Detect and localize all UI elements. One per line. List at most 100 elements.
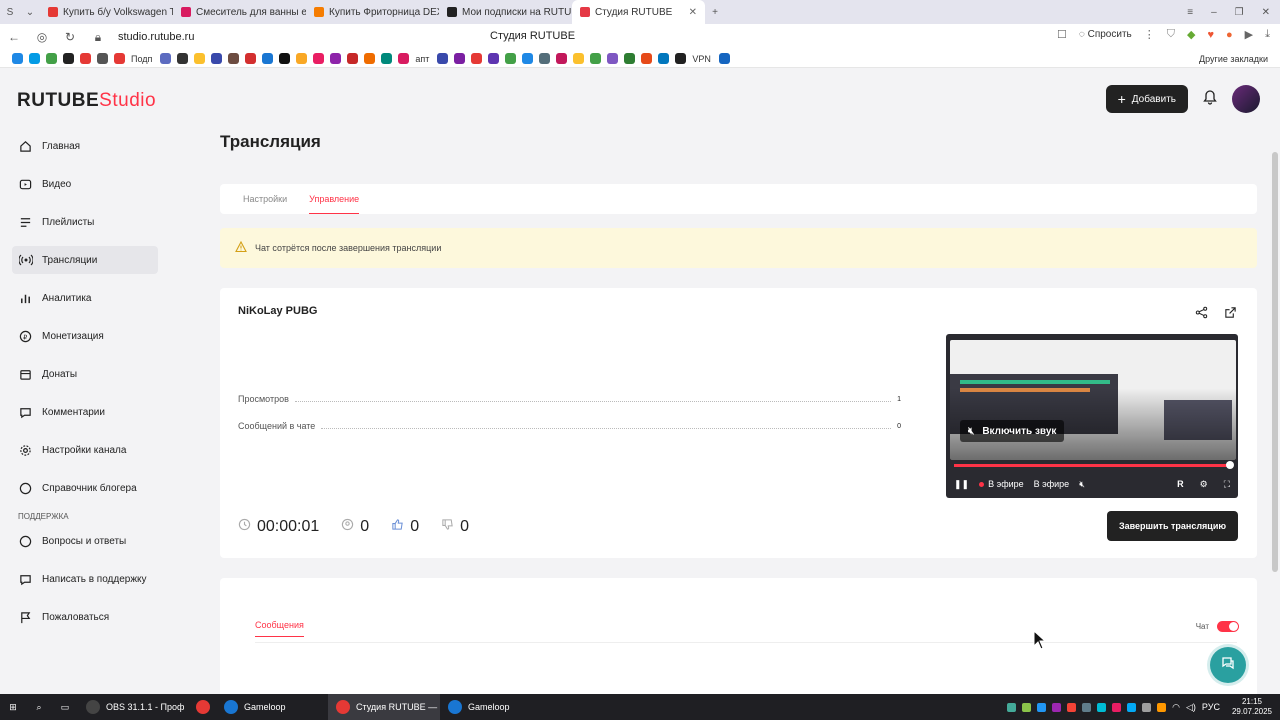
tab-messages[interactable]: Сообщения <box>255 620 304 637</box>
browser-menu-icon[interactable]: S <box>0 7 20 18</box>
tabs-list-icon[interactable]: ⌄ <box>20 7 40 18</box>
url-field[interactable]: studio.rutube.ru <box>118 31 194 43</box>
bookmark-icon[interactable] <box>80 53 91 64</box>
ask-button[interactable]: ◌ Спросить <box>1079 29 1132 40</box>
bookmark-icon[interactable] <box>471 53 483 64</box>
tray-icon[interactable] <box>1127 702 1137 712</box>
back-icon[interactable]: ← <box>0 30 28 44</box>
extension-icon[interactable]: ◆ <box>1187 28 1195 41</box>
bookmark-icon[interactable] <box>381 53 393 64</box>
bookmark-label[interactable]: VPN <box>692 54 711 64</box>
bookmark-icon[interactable] <box>63 53 74 64</box>
other-bookmarks[interactable]: Другие закладки <box>1199 54 1268 64</box>
bookmark-icon[interactable] <box>97 53 108 64</box>
bookmark-icon[interactable] <box>590 53 602 64</box>
bookmark-icon[interactable] <box>296 53 308 64</box>
close-window-icon[interactable]: ✕ <box>1262 7 1270 18</box>
taskbar-app[interactable]: Gameloop <box>440 694 552 720</box>
bookmark-icon[interactable] <box>46 53 57 64</box>
tray-icon[interactable] <box>1037 702 1047 712</box>
bookmark-icon[interactable] <box>573 53 585 64</box>
sidebar-item-guide[interactable]: Справочник блогера <box>12 474 158 502</box>
bookmark-icon[interactable] <box>211 53 223 64</box>
bookmark-icon[interactable] <box>539 53 551 64</box>
reload-icon[interactable]: ↻ <box>56 30 84 44</box>
help-chat-button[interactable] <box>1210 647 1246 683</box>
bookmark-label[interactable]: Подп <box>131 54 152 64</box>
sidebar-item-write-support[interactable]: Написать в поддержку <box>12 565 158 593</box>
bookmark-icon[interactable] <box>488 53 500 64</box>
sidebar-item-playlists[interactable]: Плейлисты <box>12 208 158 236</box>
taskbar-app-active[interactable]: Студия RUTUBE — ... <box>328 694 440 720</box>
pause-icon[interactable]: ❚❚ <box>954 479 969 490</box>
profile-icon[interactable]: ● <box>1226 29 1233 41</box>
browser-tab-active[interactable]: Студия RUTUBE ✕ <box>572 0 705 24</box>
bell-icon[interactable] <box>1202 89 1218 110</box>
taskbar-app[interactable]: Gameloop <box>216 694 328 720</box>
browser-tab[interactable]: Купить Фриторница DEX <box>306 0 439 24</box>
minimize-icon[interactable]: – <box>1211 7 1217 18</box>
bookmark-icon[interactable] <box>675 53 687 64</box>
restore-icon[interactable]: ❐ <box>1235 7 1244 18</box>
tray-icon[interactable] <box>1082 702 1092 712</box>
sidebar-item-donates[interactable]: Донаты <box>12 360 158 388</box>
bookmark-icon[interactable] <box>194 53 206 64</box>
sidebar-item-monetization[interactable]: ₽ Монетизация <box>12 322 158 350</box>
bookmark-label[interactable]: апт <box>415 54 429 64</box>
tab-management[interactable]: Управление <box>309 184 360 214</box>
bookmark-icon[interactable] <box>641 53 653 64</box>
sidebar-item-faq[interactable]: Вопросы и ответы <box>12 527 158 555</box>
language-indicator[interactable]: РУС <box>1202 702 1220 712</box>
tab-close-icon[interactable]: ✕ <box>689 7 697 18</box>
bookmark-icon[interactable] <box>658 53 670 64</box>
window-menu-icon[interactable]: ≡ <box>1187 7 1193 18</box>
sidebar-item-comments[interactable]: Комментарии <box>12 398 158 426</box>
bookmark-icon[interactable] <box>624 53 636 64</box>
bookmark-icon[interactable] <box>437 53 449 64</box>
bookmark-icon[interactable] <box>160 53 172 64</box>
browser-tab[interactable]: Смеситель для ванны ed <box>173 0 306 24</box>
stream-preview-player[interactable]: 🔇︎ Включить звук ❚❚ В эфире В эфире 🔇︎ R… <box>946 334 1238 498</box>
page-scrollbar[interactable] <box>1272 152 1278 572</box>
sidebar-item-video[interactable]: Видео <box>12 170 158 198</box>
bookmark-icon[interactable] <box>505 53 517 64</box>
volume-muted-icon[interactable]: 🔇︎ <box>1079 479 1085 490</box>
bookmark-icon[interactable] <box>177 53 189 64</box>
clock[interactable]: 21:15 29.07.2025 <box>1232 697 1272 717</box>
bookmark-icon[interactable] <box>398 53 410 64</box>
taskbar-app[interactable]: OBS 31.1.1 - Проф <box>78 694 190 720</box>
fullscreen-icon[interactable]: ⛶ <box>1224 479 1230 490</box>
yandex-browser-icon[interactable] <box>190 694 216 720</box>
unmute-button[interactable]: 🔇︎ Включить звук <box>960 420 1065 442</box>
bookmark-icon[interactable] <box>556 53 568 64</box>
add-button[interactable]: + Добавить <box>1105 85 1188 113</box>
bookmark-icon[interactable] <box>718 53 730 64</box>
more-icon[interactable]: ⋮ <box>1144 28 1155 41</box>
player-progress-bar[interactable] <box>954 461 1234 469</box>
download-icon[interactable]: ⤓ <box>1265 28 1270 41</box>
bookmark-icon[interactable] <box>522 53 534 64</box>
tray-icon[interactable] <box>1097 702 1107 712</box>
browser-tab[interactable]: Купить б/у Volkswagen Ti <box>40 0 173 24</box>
share-icon[interactable] <box>1195 306 1208 324</box>
tray-icon[interactable] <box>1067 702 1077 712</box>
tray-icon[interactable] <box>1007 702 1017 712</box>
sidebar-item-report[interactable]: Пожаловаться <box>12 603 158 631</box>
task-view-icon[interactable]: ▭ <box>52 694 78 720</box>
pocket-icon[interactable]: ♥ <box>1207 29 1214 41</box>
settings-gear-icon[interactable]: ⚙ <box>1200 479 1208 490</box>
bookmark-icon[interactable] <box>330 53 342 64</box>
bookmark-icon[interactable] <box>262 53 274 64</box>
bookmark-icon[interactable] <box>313 53 325 64</box>
tray-icon[interactable] <box>1142 702 1152 712</box>
shield-icon[interactable]: ⛉ <box>1167 28 1175 41</box>
windows-start-icon[interactable]: ⊞ <box>0 694 26 720</box>
bookmark-icon[interactable] <box>12 53 23 64</box>
progress-knob[interactable] <box>1226 461 1234 469</box>
bookmark-icon[interactable] <box>364 53 376 64</box>
tray-icon[interactable] <box>1112 702 1122 712</box>
youtube-icon[interactable] <box>114 53 125 64</box>
tray-icon[interactable] <box>1052 702 1062 712</box>
sidebar-item-analytics[interactable]: Аналитика <box>12 284 158 312</box>
search-icon[interactable]: ⌕ <box>26 694 52 720</box>
